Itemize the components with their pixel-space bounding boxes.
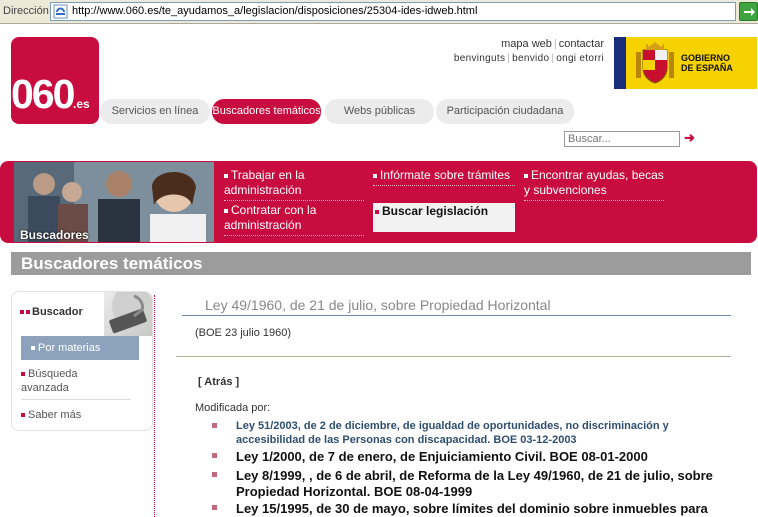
band-photo-label: Buscadores (20, 228, 89, 242)
tab-servicios-en-linea[interactable]: Servicios en línea (100, 99, 210, 124)
link-encontrar-ayudas[interactable]: Encontrar ayudas, becas y subvenciones (524, 168, 664, 201)
boe-date: (BOE 23 julio 1960) (195, 327, 291, 339)
bullet-icon (212, 505, 217, 510)
dotted-divider (154, 295, 155, 517)
logo-number: 060 (11, 71, 75, 117)
nav-item-saber-mas[interactable]: Saber más (21, 408, 139, 422)
tab-webs-publicas[interactable]: Webs públicas (325, 99, 434, 124)
coat-of-arms-icon (636, 42, 674, 84)
link-trabajar-administracion[interactable]: Trabajar en la administración (224, 168, 364, 201)
nav-heading: Buscador (20, 306, 83, 318)
law-title: Ley 49/1960, de 21 de julio, sobre Propi… (205, 297, 551, 313)
page-icon (53, 4, 68, 19)
gobierno-text: GOBIERNO DE ESPAÑA (681, 53, 733, 73)
address-label: Dirección (3, 5, 49, 17)
search-input[interactable] (564, 131, 680, 147)
nav-item-busqueda-avanzada[interactable]: Búsqueda avanzada (21, 367, 121, 395)
title-underline (182, 315, 731, 316)
address-input[interactable]: http://www.060.es/te_ayudamos_a/legislac… (50, 2, 736, 21)
top-links: mapa web | contactar benvinguts | benvido | on… (453, 38, 604, 64)
back-link[interactable]: [ Atrás ] (198, 376, 239, 388)
nav-divider (21, 399, 131, 400)
link-mapa-web[interactable]: mapa web (501, 38, 552, 50)
link-benvinguts[interactable]: benvinguts (454, 53, 505, 64)
modified-by-label: Modificada por: (195, 402, 271, 414)
link-contactar[interactable]: contactar (559, 38, 604, 50)
site-logo[interactable]: 060 .es (11, 37, 99, 124)
tab-participacion-ciudadana[interactable]: Participación ciudadana (436, 99, 574, 124)
bullet-icon (212, 423, 217, 428)
tab-buscadores-tematicos[interactable]: Buscadores temáticos (212, 99, 321, 124)
section-title: Buscadores temáticos (11, 252, 751, 275)
bullet-icon (212, 472, 217, 477)
link-buscar-legislacion[interactable]: Buscar legislación (373, 203, 515, 232)
logo-suffix: .es (73, 97, 90, 111)
link-informate-tramites[interactable]: Infórmate sobre trámites (373, 168, 515, 186)
keyboard-image (104, 292, 152, 336)
side-nav: Buscador Por materias Búsqueda avanzada … (11, 291, 153, 431)
go-button[interactable] (739, 2, 758, 21)
search-arrow-icon[interactable]: ➜ (684, 130, 698, 145)
address-bar: Dirección http://www.060.es/te_ayudamos_… (0, 0, 758, 24)
bullet-icon (212, 453, 217, 458)
gobierno-logo[interactable]: GOBIERNO DE ESPAÑA (614, 37, 757, 89)
link-benvido[interactable]: benvido (512, 53, 549, 64)
address-url: http://www.060.es/te_ayudamos_a/legislac… (72, 5, 478, 17)
link-contratar-administracion[interactable]: Contratar con la administración (224, 203, 364, 236)
arrow-right-icon (744, 8, 755, 16)
link-ongi-etorri[interactable]: ongi etorri (556, 53, 604, 64)
flag-stripe (614, 37, 626, 89)
nav-item-por-materias[interactable]: Por materias (21, 336, 139, 360)
content-divider (176, 356, 731, 357)
